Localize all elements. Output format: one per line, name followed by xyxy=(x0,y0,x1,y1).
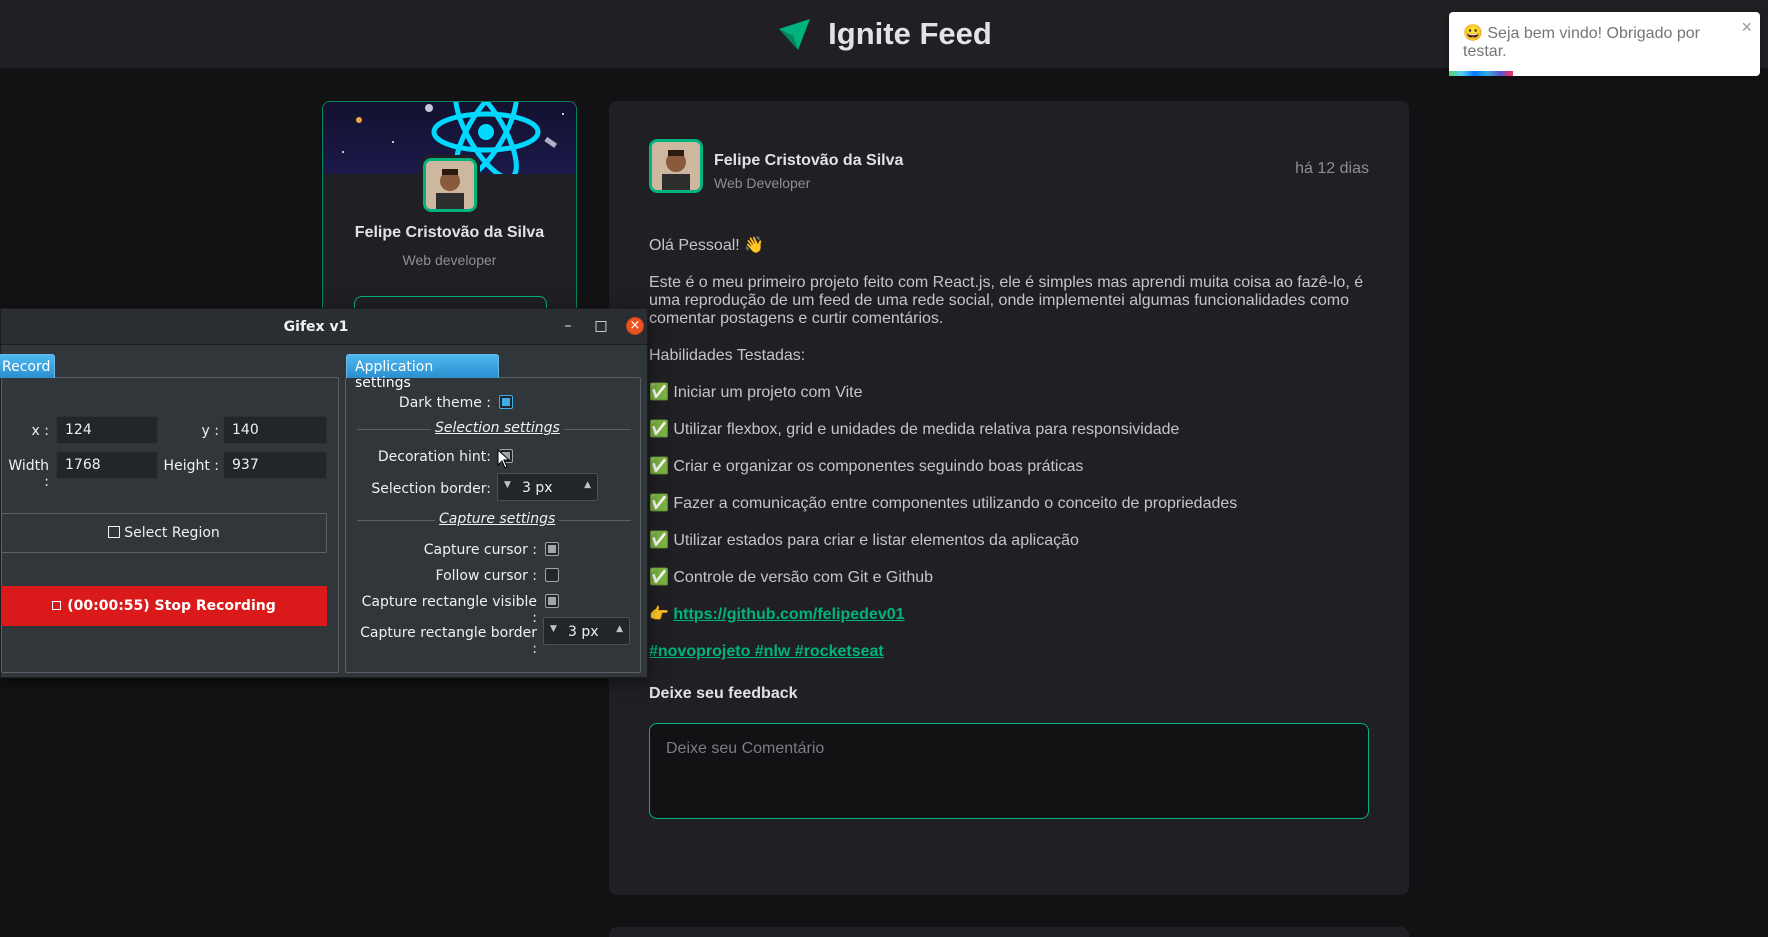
post-card: Felipe Cristovão da Silva Web Developer … xyxy=(609,101,1409,895)
profile-role: Web developer xyxy=(402,252,497,268)
app-title: Ignite Feed xyxy=(828,16,992,51)
post-time: há 12 dias xyxy=(1295,160,1369,177)
capture-rect-border-value: 3 px xyxy=(568,624,599,640)
skill-item: ✅ Fazer a comunicação entre componentes … xyxy=(649,495,1238,512)
x-label: x : xyxy=(31,423,49,439)
post-intro: Este é o meu primeiro projeto feito com … xyxy=(649,274,1364,327)
chevron-down-icon[interactable]: ▼ xyxy=(504,480,511,490)
chevron-up-icon[interactable]: ▲ xyxy=(616,624,623,634)
selection-border-spinbox[interactable]: ▼ 3 px ▲ xyxy=(497,473,598,501)
paper-plane-icon xyxy=(779,19,811,50)
follow-cursor-checkbox[interactable] xyxy=(545,568,559,582)
gifex-titlebar[interactable]: Gifex v1 – □ × xyxy=(1,309,647,345)
crop-icon xyxy=(108,526,121,538)
toast-message: 😀 Seja bem vindo! Obrigado por testar. xyxy=(1463,25,1700,60)
toast-progress-bar xyxy=(1449,71,1513,76)
selection-border-label: Selection border: xyxy=(371,481,491,497)
capture-rect-border-label: Capture rectangle border : xyxy=(360,625,537,657)
selection-settings-heading: Selection settings xyxy=(431,420,564,436)
post-content: Olá Pessoal! 👋 Este é o meu primeiro pro… xyxy=(649,237,1369,680)
tab-record[interactable]: Record xyxy=(0,354,55,378)
skill-item: ✅ Utilizar estados para criar e listar e… xyxy=(649,532,1079,549)
capture-cursor-label: Capture cursor : xyxy=(423,542,537,558)
comment-placeholder: Deixe seu Comentário xyxy=(666,740,825,757)
selection-border-value: 3 px xyxy=(522,480,553,496)
close-icon[interactable]: × xyxy=(626,317,644,335)
post-author-name: Felipe Cristovão da Silva xyxy=(714,152,904,169)
capture-settings-heading: Capture settings xyxy=(435,511,560,527)
height-input[interactable]: 937 xyxy=(223,451,327,479)
y-input[interactable]: 140 xyxy=(223,416,327,444)
gifex-window: Gifex v1 – □ × Record x : 124 y : 140 Wi… xyxy=(0,308,648,678)
capture-rect-border-spinbox[interactable]: ▼ 3 px ▲ xyxy=(543,617,630,645)
minimize-icon[interactable]: – xyxy=(559,317,577,335)
profile-card: Felipe Cristovão da Silva Web developer xyxy=(322,101,577,341)
toast-close-icon[interactable]: × xyxy=(1741,18,1752,36)
chevron-up-icon[interactable]: ▲ xyxy=(584,480,591,490)
stop-recording-button[interactable]: (00:00:55) Stop Recording xyxy=(1,586,327,626)
y-label: y : xyxy=(201,423,219,439)
post-skills-title: Habilidades Testadas: xyxy=(649,347,806,364)
stop-icon xyxy=(52,601,62,610)
tab-application-settings[interactable]: Application settings xyxy=(346,354,499,391)
comment-textarea[interactable]: Deixe seu Comentário xyxy=(649,723,1369,819)
skill-item: ✅ Controle de versão com Git e Github xyxy=(649,569,934,586)
width-input[interactable]: 1768 xyxy=(56,451,158,479)
author-avatar[interactable] xyxy=(646,136,706,196)
height-label: Height : xyxy=(163,458,219,474)
skill-item: ✅ Criar e organizar os componentes segui… xyxy=(649,458,1084,475)
feedback-title: Deixe seu feedback xyxy=(649,685,798,702)
capture-cursor-checkbox[interactable] xyxy=(545,542,559,556)
post-author-role: Web Developer xyxy=(714,175,811,191)
mouse-cursor-icon xyxy=(497,449,511,469)
post-greeting: Olá Pessoal! 👋 xyxy=(649,237,765,254)
x-input[interactable]: 124 xyxy=(56,416,158,444)
decoration-hint-label: Decoration hint: xyxy=(377,449,491,465)
hashtags-link[interactable]: #novoprojeto #nlw #rocketseat xyxy=(649,643,884,660)
follow-cursor-label: Follow cursor : xyxy=(435,568,537,584)
stop-recording-label: (00:00:55) Stop Recording xyxy=(67,598,276,614)
maximize-icon[interactable]: □ xyxy=(592,317,610,335)
pointing-hand-icon: 👉 xyxy=(649,606,674,623)
dark-theme-checkbox[interactable] xyxy=(499,395,513,409)
width-label: Width : xyxy=(8,458,49,490)
profile-avatar xyxy=(420,155,480,215)
dark-theme-label: Dark theme : xyxy=(398,395,491,411)
gifex-title: Gifex v1 xyxy=(283,319,349,335)
capture-rect-visible-checkbox[interactable] xyxy=(545,594,559,608)
profile-name: Felipe Cristovão da Silva xyxy=(354,224,545,241)
welcome-toast: 😀 Seja bem vindo! Obrigado por testar. × xyxy=(1449,12,1760,76)
github-link[interactable]: https://github.com/felipedev01 xyxy=(673,606,904,623)
chevron-down-icon[interactable]: ▼ xyxy=(550,624,557,634)
skill-item: ✅ Utilizar flexbox, grid e unidades de m… xyxy=(649,421,1180,438)
capture-rect-visible-label: Capture rectangle visible : xyxy=(361,594,537,626)
select-region-label: Select Region xyxy=(124,525,220,541)
next-post-card xyxy=(609,927,1409,937)
select-region-button[interactable]: Select Region xyxy=(1,513,327,553)
skill-item: ✅ Iniciar um projeto com Vite xyxy=(649,384,863,401)
